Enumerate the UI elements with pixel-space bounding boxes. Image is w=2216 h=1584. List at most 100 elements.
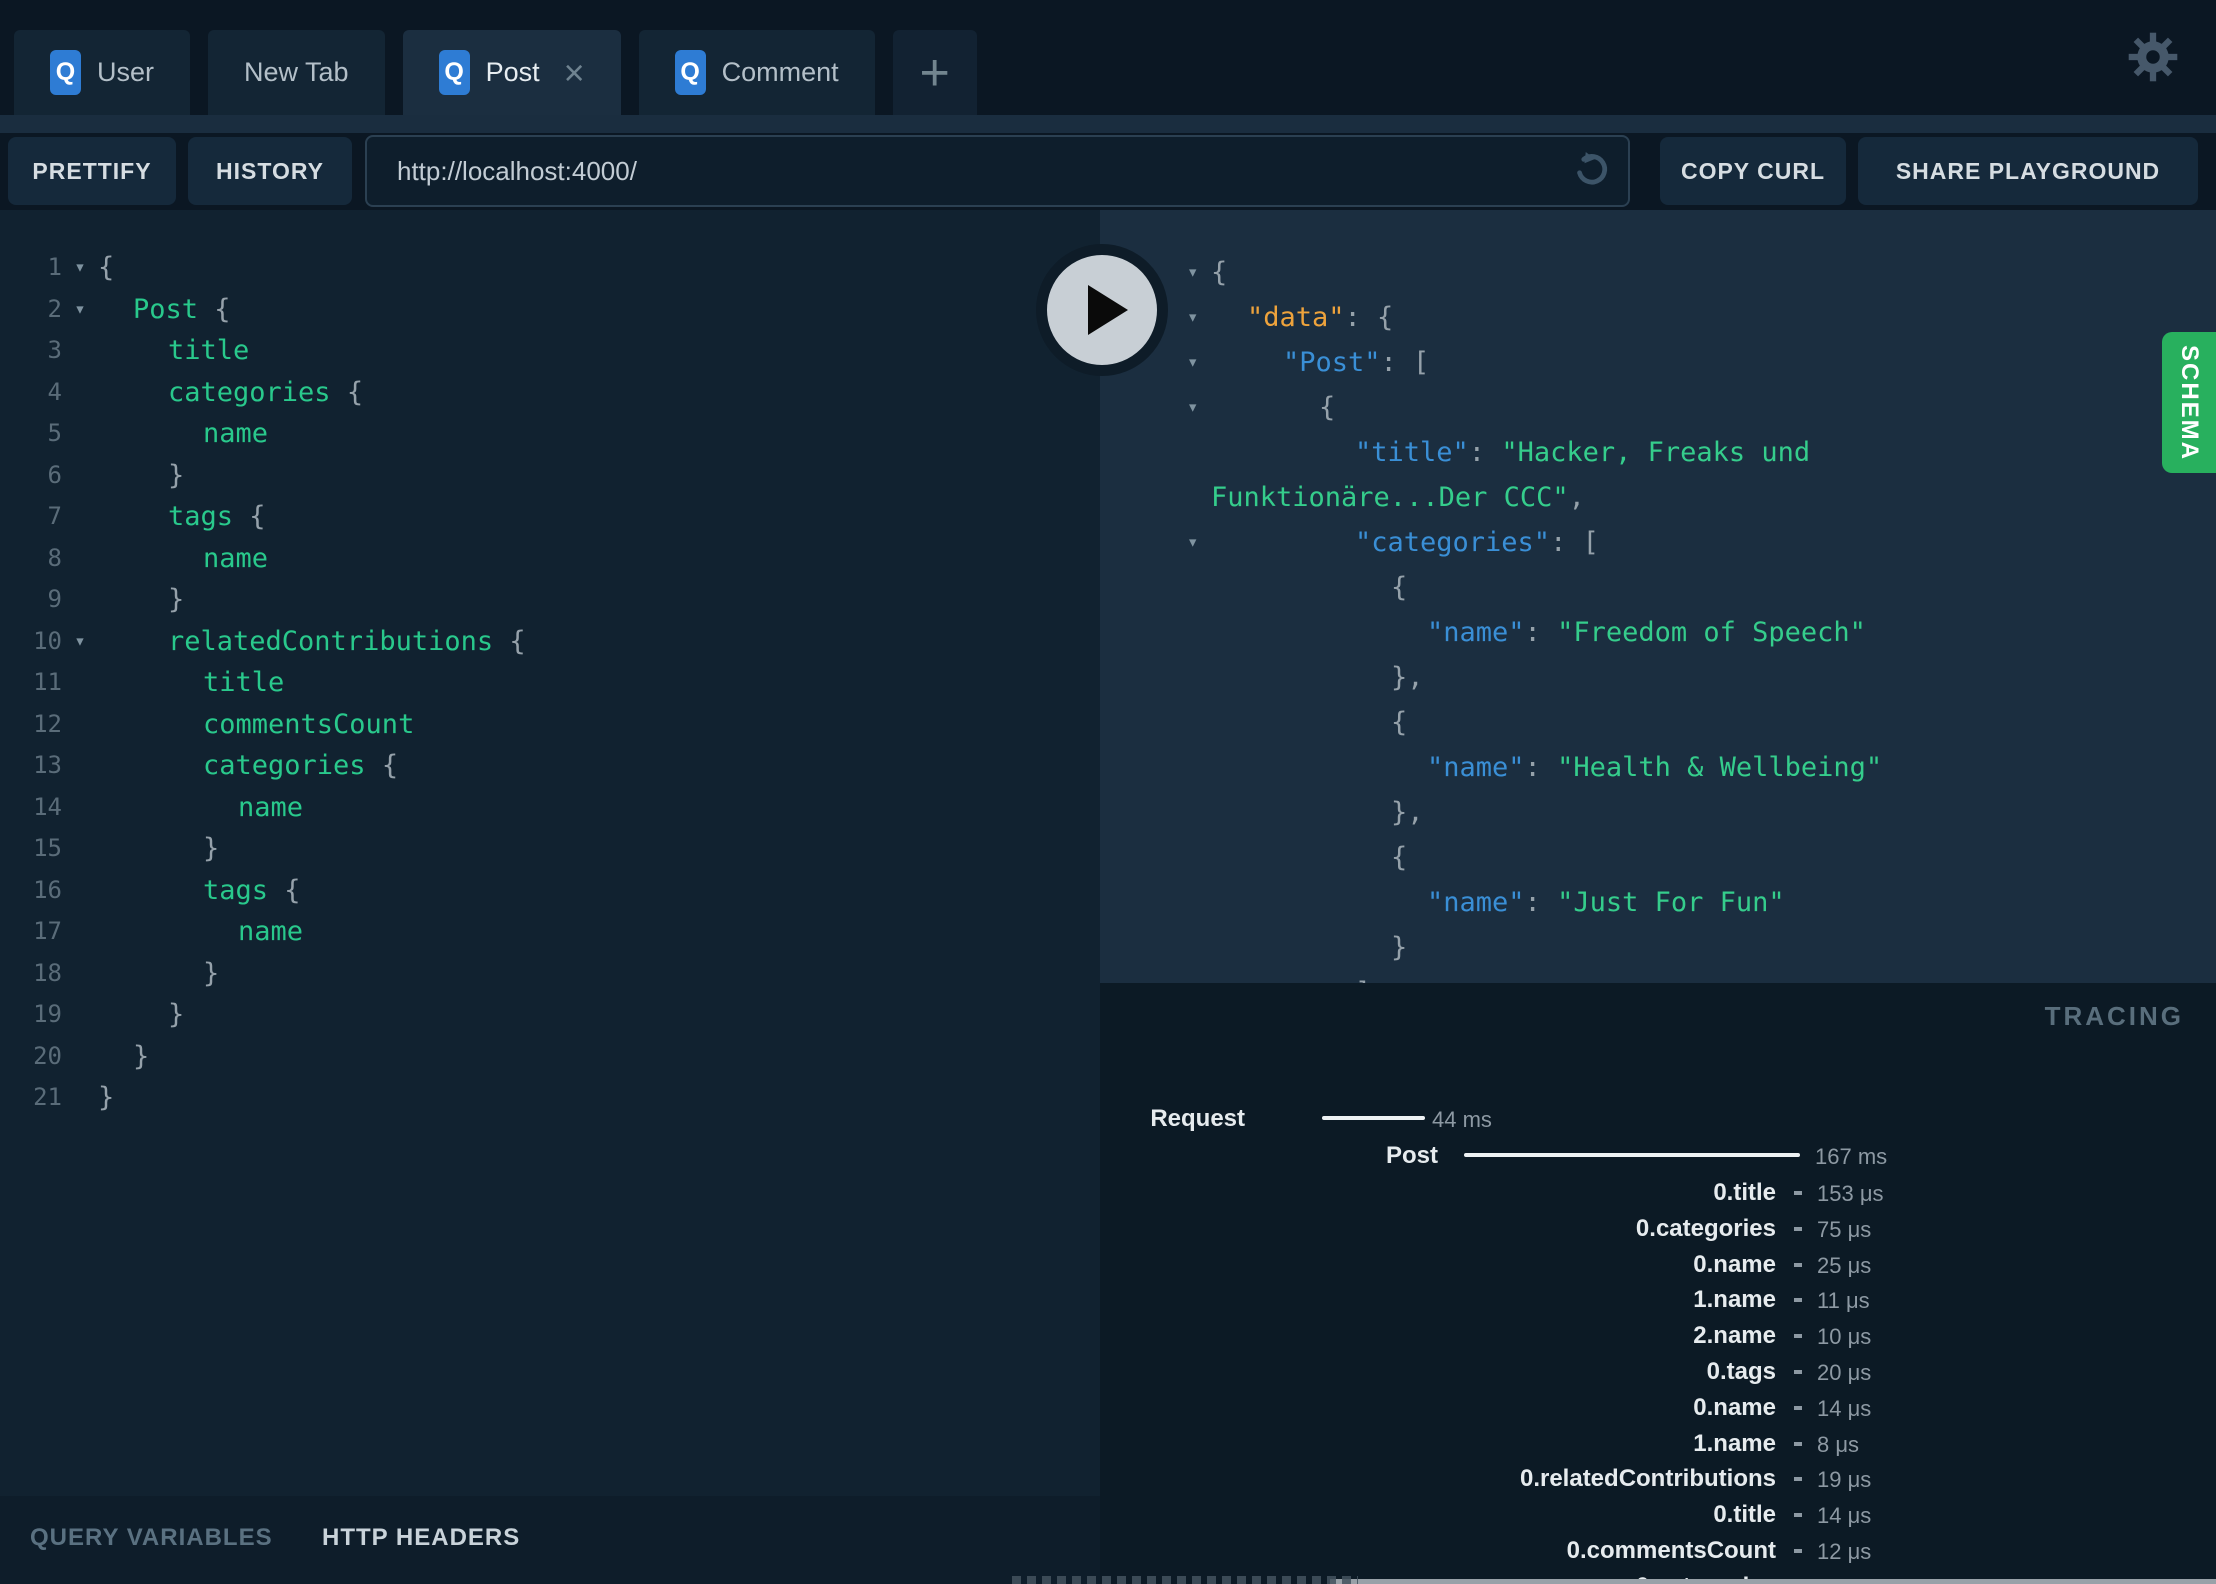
trace-label: 0.name [1693,1393,1776,1421]
settings-button[interactable] [2126,30,2180,84]
trace-duration: 10 μs [1817,1324,1872,1350]
editor-line[interactable]: 14 name [0,787,1100,829]
tab-http-headers[interactable]: HTTP HEADERS [322,1524,520,1552]
editor-line[interactable]: 17 name [0,911,1100,953]
editor-line[interactable]: 16 tags { [0,870,1100,912]
refresh-schema-button[interactable] [1570,148,1614,192]
tab-post[interactable]: Q Post × [402,30,621,115]
editor-line[interactable]: 7 tags { [0,496,1100,538]
query-editor-pane[interactable]: 1 ▾{2 ▾ Post {3 title 4 categories {5 name 6} 7 ta… [0,210,1100,1584]
schema-tab[interactable]: SCHEMA [2162,332,2216,473]
response-line: { [1100,565,2216,610]
editor-line[interactable]: 18} [0,953,1100,995]
code-token: { [268,874,301,906]
fold-arrow-icon[interactable]: ▾ [1187,385,1198,430]
fold-arrow-icon[interactable]: ▾ [62,289,98,331]
code-token: title [168,335,250,366]
editor-line[interactable]: 20} [0,1036,1100,1078]
editor-line[interactable]: 19} [0,994,1100,1036]
new-tab-button[interactable]: + [892,30,977,115]
editor-line[interactable]: 5 name [0,413,1100,455]
top-bar: Q User New Tab Q Post × Q Comment + PRET… [0,0,2216,210]
line-number: 18 [33,958,62,987]
trace-dash [1794,1549,1802,1553]
fold-arrow-icon[interactable]: ▾ [62,247,98,289]
graphql-playground-window: Q User New Tab Q Post × Q Comment + PRET… [0,0,2216,1584]
code-token: categories [203,750,366,781]
line-number: 6 [47,460,62,489]
line-number: 12 [33,709,62,738]
editor-line[interactable]: 3 title [0,330,1100,372]
trace-field-row: 0.relatedContributions 19 μs [1100,1465,2216,1492]
trace-label: 2.name [1693,1322,1776,1350]
editor-line[interactable]: 4 categories { [0,372,1100,414]
code-line: categories { [98,745,398,787]
code-token: "Just For Fun" [1557,886,1785,918]
fold-arrow-icon[interactable]: ▾ [1187,295,1198,340]
tab-new-tab[interactable]: New Tab [208,30,385,115]
fold-arrow-icon[interactable]: ▾ [1187,340,1198,385]
fold-arrow-icon[interactable]: ▾ [1187,520,1198,565]
endpoint-url-input[interactable] [365,135,1630,207]
editor-line[interactable]: 9} [0,579,1100,621]
tab-user[interactable]: Q User [14,30,191,115]
fold-arrow-icon[interactable]: ▾ [1187,250,1198,295]
trace-dash [1794,1226,1802,1231]
fold-arrow-icon[interactable]: ▾ [62,621,98,663]
code-line: name [98,413,268,455]
code-line: tags { [98,496,266,538]
editor-line[interactable]: 11 title [0,662,1100,704]
trace-dash [1794,1262,1802,1267]
code-line: { [1391,565,2216,610]
tracing-toggle[interactable]: TRACING [2045,1001,2184,1032]
tab-query-variables[interactable]: QUERY VARIABLES [30,1524,273,1552]
editor-line[interactable]: 15} [0,828,1100,870]
trace-duration: 11 μs [1817,1288,1870,1314]
code-token: Funktionäre...Der CCC" [1211,481,1569,513]
editor-line[interactable]: 8 name [0,538,1100,580]
share-playground-button[interactable]: SHARE PLAYGROUND [1858,137,2198,205]
code-line: ] [1355,970,2216,984]
history-button[interactable]: HISTORY [188,137,352,205]
trace-field-row: 1.name 11 μs [1100,1286,2216,1314]
editor-line[interactable]: 12 commentsCount [0,704,1100,746]
gear-icon [2128,32,2178,82]
line-number: 13 [33,751,62,779]
code-line: } [98,1036,149,1078]
plus-icon: + [919,43,950,102]
prettify-button[interactable]: PRETTIFY [8,137,176,205]
editor-line[interactable]: 1 ▾{ [0,247,1100,289]
code-line: } [98,1077,114,1119]
line-number: 14 [33,792,62,821]
close-icon[interactable]: × [564,54,585,91]
editor-line[interactable]: 21} [0,1077,1100,1119]
trace-label: 1.name [1693,1286,1776,1314]
editor-line[interactable]: 13 categories { [0,745,1100,787]
code-line: }, [1391,790,2216,835]
editor-line[interactable]: 6} [0,455,1100,497]
query-badge-icon: Q [50,50,81,95]
code-token: categories [168,376,331,408]
trace-dash [1794,1477,1802,1482]
tab-comment[interactable]: Q Comment [638,30,875,115]
execute-query-button[interactable] [1036,244,1168,376]
code-token: { [1391,706,1408,738]
editor-line[interactable]: 2 ▾ Post { [0,289,1100,331]
trace-dash [1794,1191,1802,1195]
trace-span-row: Post 167 ms [1100,1142,2216,1169]
tracing-horizontal-scrollbar[interactable] [1330,1579,2216,1584]
code-line: title [98,662,284,704]
copy-curl-button[interactable]: COPY CURL [1660,137,1846,205]
query-badge-icon: Q [438,50,470,95]
response-line: { [1100,700,2216,745]
trace-duration: 75 μs [1817,1216,1872,1242]
editor-line[interactable]: 10 ▾ relatedContributions { [0,621,1100,663]
